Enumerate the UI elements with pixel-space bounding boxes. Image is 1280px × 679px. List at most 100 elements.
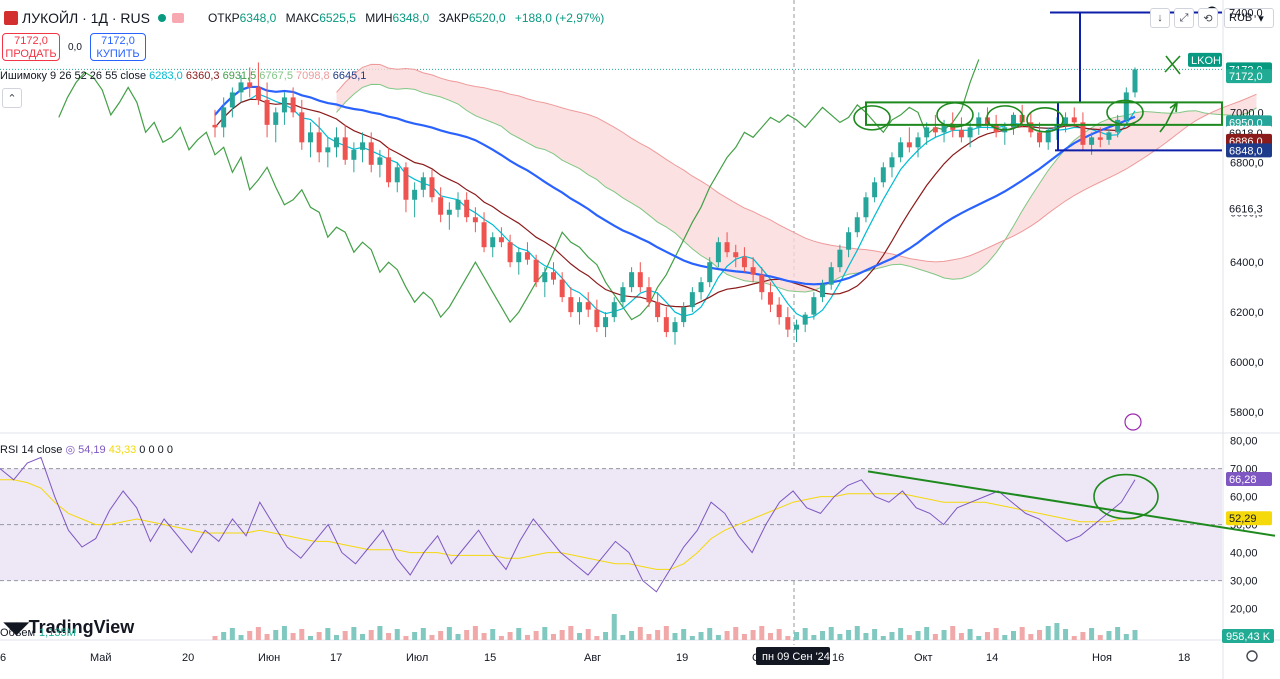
price-tick: 6400,0 xyxy=(1230,257,1264,269)
volume-bar xyxy=(403,636,409,640)
price-tick: 6800,0 xyxy=(1230,157,1264,169)
symbol-title[interactable]: ЛУКОЙЛ · 1Д · RUS xyxy=(22,10,150,26)
time-tick: 20 xyxy=(182,652,194,664)
rsi-tick: 30,00 xyxy=(1230,576,1258,588)
candle-body xyxy=(212,124,218,128)
volume-bar xyxy=(238,635,244,640)
ichimoku-legend[interactable]: Ишимоку 9 26 52 26 55 close 6283,0 6360,… xyxy=(0,70,366,82)
volume-bar xyxy=(1089,628,1095,640)
candle-body xyxy=(1106,132,1112,140)
candle-body xyxy=(438,197,444,215)
flag-icon[interactable] xyxy=(171,13,184,23)
candle-body xyxy=(550,272,556,280)
volume-bar xyxy=(767,633,773,640)
arrow-down-icon[interactable]: ↓ xyxy=(1150,8,1170,28)
settings-icon[interactable]: ◎ xyxy=(65,444,75,456)
candle-body xyxy=(872,182,878,198)
volume-bar xyxy=(724,631,730,640)
candle-body xyxy=(559,279,565,298)
fullscreen-icon[interactable]: ⤢ xyxy=(1174,8,1194,28)
lightning-icon xyxy=(1124,413,1142,431)
volume-bar xyxy=(1019,627,1025,640)
candle-body xyxy=(507,242,513,263)
volume-bar xyxy=(759,626,765,640)
volume-bar xyxy=(993,628,999,640)
volume-bar xyxy=(516,628,522,640)
candle-body xyxy=(854,217,860,233)
highlight-ellipse xyxy=(936,102,974,128)
volume-bar xyxy=(689,636,695,640)
candle-body xyxy=(924,127,930,138)
volume-bar xyxy=(273,630,279,640)
candle-body xyxy=(472,217,478,223)
candle-body xyxy=(446,209,452,215)
volume-bar xyxy=(585,629,591,640)
volume-bar xyxy=(577,633,583,640)
candle-body xyxy=(898,142,904,158)
change-value: +188,0 (+2,97%) xyxy=(514,11,605,25)
volume-bar xyxy=(368,630,374,640)
price-tick: 6200,0 xyxy=(1230,307,1264,319)
price-tick: 5800,0 xyxy=(1230,407,1264,419)
candle-body xyxy=(811,297,817,315)
candle-body xyxy=(906,142,912,148)
price-badge-text: 6616,3 xyxy=(1229,203,1263,215)
candle-body xyxy=(238,82,244,93)
volume-bar xyxy=(750,630,756,640)
chart-canvas[interactable]: 7000,06800,06600,06400,06200,06000,05800… xyxy=(0,0,1280,679)
candle-body xyxy=(603,317,609,328)
candle-body xyxy=(394,167,400,183)
candle-body xyxy=(455,199,461,210)
reset-icon[interactable]: ⟲ xyxy=(1198,8,1218,28)
candle-body xyxy=(516,252,522,263)
candle-body xyxy=(386,157,392,183)
candle-body xyxy=(646,287,652,303)
candle-body xyxy=(360,142,366,150)
time-tick: Авг xyxy=(584,652,601,664)
volume-bar xyxy=(603,632,609,640)
candle-body xyxy=(785,317,791,330)
volume-bar xyxy=(932,634,938,640)
volume-bar xyxy=(837,634,843,640)
candle-body xyxy=(889,157,895,168)
candle-body xyxy=(863,197,869,218)
time-tick: 15 xyxy=(484,652,496,664)
volume-bar xyxy=(820,631,826,640)
volume-bar xyxy=(1063,629,1069,640)
collapse-legend-icon[interactable]: ⌃ xyxy=(2,88,22,108)
volume-bar xyxy=(481,633,487,640)
candle-body xyxy=(967,127,973,138)
candle-body xyxy=(672,322,678,333)
rsi-legend[interactable]: RSI 14 close ◎ 54,19 43,33 0 0 0 0 xyxy=(0,443,173,456)
volume-bar xyxy=(889,632,895,640)
volume-bar xyxy=(438,631,444,640)
candle-body xyxy=(255,87,261,100)
volume-bar xyxy=(611,614,617,640)
candle-body xyxy=(698,282,704,293)
volume-bar xyxy=(1080,632,1086,640)
volume-legend[interactable]: Объем 1,135M xyxy=(0,627,76,639)
rsi-tick: 20,00 xyxy=(1230,604,1258,616)
sell-button[interactable]: 7172,0 ПРОДАТЬ xyxy=(2,33,60,61)
currency-select[interactable]: RUB ▾ xyxy=(1224,8,1274,28)
time-tick: 14 xyxy=(986,652,998,664)
highlight-ellipse xyxy=(853,105,891,131)
volume-bar xyxy=(325,628,331,640)
indicator-lines xyxy=(58,59,1136,324)
candle-body xyxy=(334,137,340,148)
volume-bar xyxy=(976,636,982,640)
candle-body xyxy=(1123,92,1129,120)
candle-body xyxy=(767,292,773,305)
volume-bar xyxy=(490,629,496,640)
volume-bar xyxy=(524,635,530,640)
volume-bar xyxy=(498,636,504,640)
volume-bar xyxy=(542,627,548,640)
volume-bar xyxy=(672,633,678,640)
volume-bar xyxy=(264,634,270,640)
buy-button[interactable]: 7172,0 КУПИТЬ xyxy=(90,33,146,61)
candle-body xyxy=(707,262,713,283)
candle-body xyxy=(1063,117,1069,125)
volume-bar xyxy=(629,631,635,640)
time-tick: Июл xyxy=(406,652,428,664)
volume-bar xyxy=(1123,634,1129,640)
